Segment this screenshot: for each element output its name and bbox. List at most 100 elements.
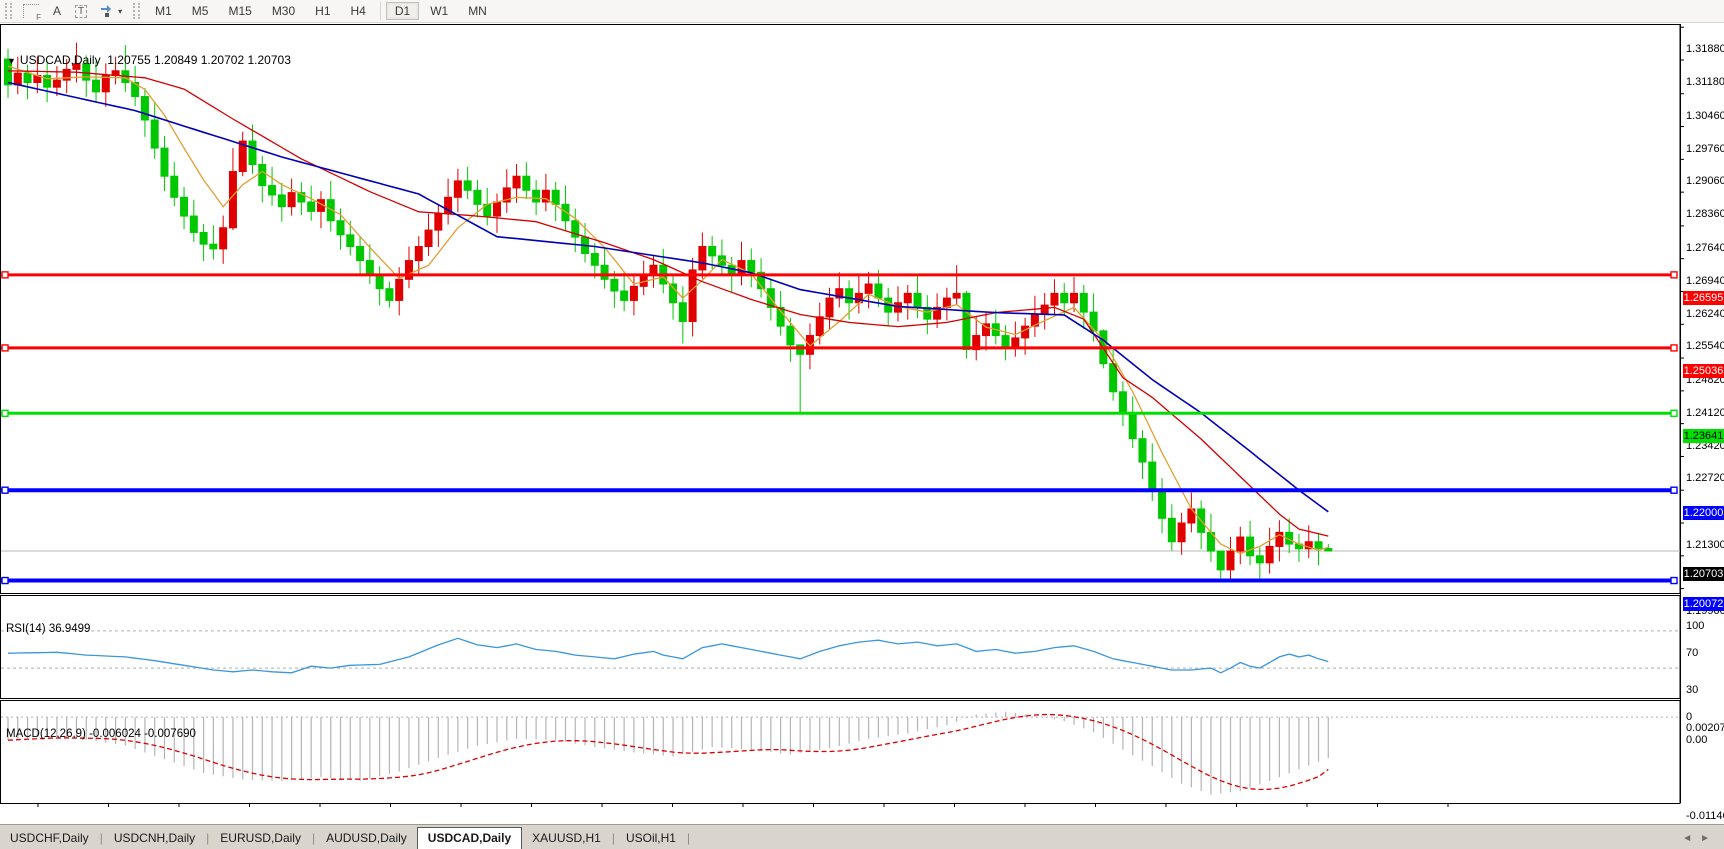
candle-body	[356, 246, 365, 262]
price-tick-label: 1.31880	[1686, 43, 1724, 56]
candle-body	[287, 192, 296, 208]
candle-body	[219, 227, 228, 250]
level-price-tag[interactable]: 1.25036	[1683, 363, 1724, 378]
candle-body	[434, 213, 443, 231]
candle-body	[1236, 536, 1245, 552]
candle-body	[600, 264, 609, 280]
timeframe-m1-button[interactable]: M1	[146, 2, 181, 20]
chart-area[interactable]: ▼ USDCAD,Daily 1.20755 1.20849 1.20702 1.…	[0, 23, 1724, 841]
timeframe-m30-button[interactable]: M30	[263, 2, 304, 20]
fibonacci-tool-button[interactable]: F	[17, 1, 45, 22]
candle-body	[385, 288, 394, 301]
chart-canvas[interactable]	[0, 23, 1724, 824]
quote-close: 1.20703	[247, 53, 291, 67]
candle-body	[493, 201, 501, 217]
text-tool-button[interactable]: A	[45, 1, 69, 21]
candle-body	[913, 292, 922, 308]
price-tick-label: 1.31180	[1686, 76, 1724, 88]
toolbar-separator	[379, 2, 381, 20]
ma-slow-blue	[7, 81, 1329, 513]
candle-body	[649, 264, 658, 276]
level-price-tag[interactable]: 1.20072	[1683, 596, 1724, 611]
level-drag-handle[interactable]	[1, 344, 9, 352]
level-drag-handle[interactable]	[1670, 486, 1678, 494]
level-drag-handle[interactable]	[1, 486, 9, 494]
price-tick-label: 1.27640	[1686, 241, 1724, 254]
ma-mid-red	[7, 70, 1329, 537]
candle-body	[1167, 517, 1176, 543]
level-drag-handle[interactable]	[1, 409, 9, 417]
candle-body	[150, 119, 159, 149]
tab-usdcad-daily-active[interactable]: USDCAD,Daily	[416, 827, 523, 849]
collapse-triangle-icon[interactable]: ▼	[7, 56, 16, 66]
candle-body	[248, 140, 257, 166]
level-drag-handle[interactable]	[1, 271, 9, 279]
level-drag-handle[interactable]	[1670, 344, 1678, 352]
timeframe-m15-button[interactable]: M15	[219, 2, 260, 20]
candle-body	[1324, 548, 1333, 552]
level-drag-handle[interactable]	[1, 576, 9, 585]
candle-body	[228, 171, 237, 229]
timeframe-h1-button[interactable]: H1	[306, 2, 339, 20]
terminal-window: F A T ▾ M1 M5 M15 M30 H1 H4 D1 W1 MN ▼ US…	[0, 0, 1724, 849]
scroll-right-icon[interactable]: ►	[1700, 833, 1718, 844]
rsi-axis-100: 100	[1686, 620, 1705, 632]
candle-body	[825, 297, 834, 318]
candle-body	[796, 344, 805, 355]
level-drag-handle[interactable]	[1670, 409, 1678, 417]
level-price-tag[interactable]: 1.23641	[1683, 429, 1724, 444]
tab-scroll-arrows[interactable]: ◄►	[1682, 833, 1718, 844]
toolbar: F A T ▾ M1 M5 M15 M30 H1 H4 D1 W1 MN	[0, 0, 1724, 23]
candle-body	[708, 246, 717, 257]
symbol-period-label: USDCAD,Daily	[19, 53, 101, 67]
candle-body	[590, 253, 599, 266]
candle-body	[1118, 391, 1127, 414]
text-label-icon: T	[75, 4, 88, 18]
candle-body	[268, 185, 277, 196]
candle-body	[336, 220, 345, 236]
candle-body	[23, 72, 32, 83]
candle-body	[678, 302, 687, 322]
candle-body	[209, 243, 218, 250]
arrow-tools-button[interactable]: ▾	[93, 1, 128, 21]
level-drag-handle[interactable]	[1670, 576, 1678, 585]
tab-separator: |	[686, 831, 691, 845]
scroll-left-icon[interactable]: ◄	[1682, 833, 1700, 844]
candle-body	[277, 194, 286, 208]
candle-body	[1265, 545, 1274, 564]
candle-body	[610, 278, 619, 292]
timeframe-w1-button[interactable]: W1	[421, 2, 457, 20]
tab-audusd-daily[interactable]: AUDUSD,Daily	[316, 828, 417, 849]
tab-eurusd-daily[interactable]: EURUSD,Daily	[210, 828, 311, 849]
toolbar-grip[interactable]	[5, 3, 12, 19]
tab-usoil-h1[interactable]: USOil,H1	[616, 828, 686, 849]
main-panel-frame	[0, 24, 1681, 594]
quote-open: 1.20755	[107, 53, 151, 67]
candle-body	[1050, 292, 1059, 306]
level-price-tag[interactable]: 1.22000	[1683, 506, 1724, 521]
timeframe-m5-button[interactable]: M5	[183, 2, 218, 20]
tab-usdcnh-daily[interactable]: USDCNH,Daily	[104, 828, 205, 849]
candle-body	[199, 231, 208, 245]
candle-body	[170, 175, 179, 198]
candle-body	[522, 175, 531, 191]
text-label-tool-button[interactable]: T	[69, 1, 93, 21]
candles	[4, 42, 1333, 580]
macd-axis-min: -0.011462	[1686, 810, 1724, 822]
candle-body	[1128, 412, 1137, 440]
price-tick-label: 1.24120	[1686, 406, 1724, 419]
candle-body	[551, 189, 560, 205]
level-drag-handle[interactable]	[1670, 271, 1678, 279]
rsi-axis-70: 70	[1686, 646, 1699, 659]
candle-body	[189, 215, 198, 233]
toolbar-grip-2[interactable]	[133, 3, 141, 19]
level-price-tag[interactable]: 1.26595	[1683, 290, 1724, 305]
price-tick-label: 1.22720	[1686, 472, 1724, 485]
candle-body	[52, 79, 61, 88]
timeframe-h4-button[interactable]: H4	[342, 2, 375, 20]
timeframe-d1-button[interactable]: D1	[385, 2, 420, 20]
timeframe-mn-button[interactable]: MN	[459, 2, 496, 20]
ma-fast-orange	[7, 65, 1329, 555]
tab-usdchf-daily[interactable]: USDCHF,Daily	[0, 828, 99, 849]
tab-xauusd-h1[interactable]: XAUUSD,H1	[522, 828, 611, 849]
